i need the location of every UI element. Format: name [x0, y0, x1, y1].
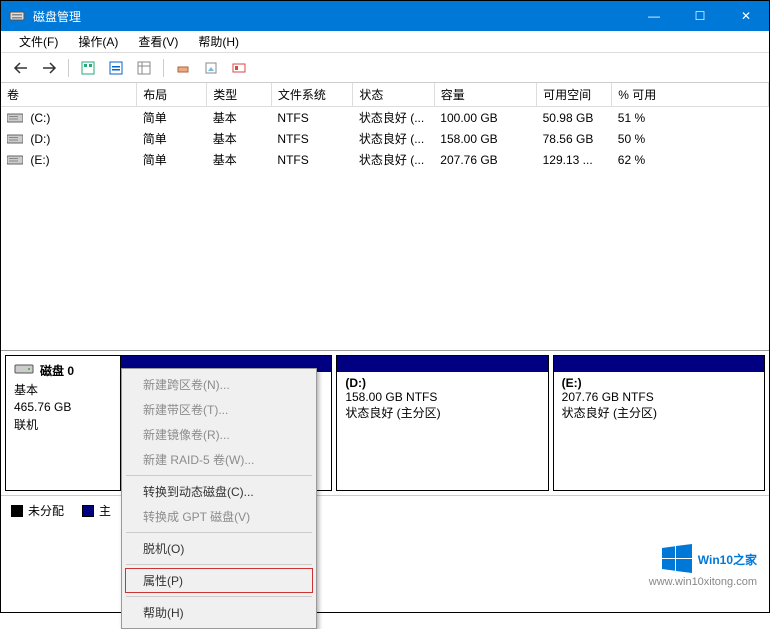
- watermark: Win10之家 www.win10xitong.com: [649, 544, 757, 588]
- column-header[interactable]: 容量: [434, 83, 536, 107]
- titlebar[interactable]: 磁盘管理 — ☐ ✕: [1, 1, 769, 31]
- toolbar-sep: [68, 59, 69, 77]
- column-header[interactable]: 卷: [1, 83, 137, 107]
- disk-size: 465.76 GB: [14, 400, 112, 414]
- app-icon: [9, 8, 25, 24]
- legend-swatch: [11, 505, 23, 517]
- menu-action[interactable]: 操作(A): [68, 30, 128, 53]
- partition-size: 207.76 GB NTFS: [562, 390, 756, 404]
- disk-status: 联机: [14, 416, 112, 433]
- column-header[interactable]: 类型: [207, 83, 272, 107]
- back-button[interactable]: [9, 57, 33, 79]
- table-row[interactable]: (C:)简单基本NTFS状态良好 (...100.00 GB50.98 GB51…: [1, 107, 769, 129]
- volume-table-pane[interactable]: 卷布局类型文件系统状态容量可用空间% 可用 (C:)简单基本NTFS状态良好 (…: [1, 83, 769, 351]
- menu-help[interactable]: 帮助(H): [188, 30, 249, 53]
- content: 卷布局类型文件系统状态容量可用空间% 可用 (C:)简单基本NTFS状态良好 (…: [1, 83, 769, 612]
- context-menu-item[interactable]: 属性(P): [125, 568, 313, 593]
- table-body: (C:)简单基本NTFS状态良好 (...100.00 GB50.98 GB51…: [1, 107, 769, 171]
- legend: 未分配 主: [1, 496, 769, 525]
- maximize-button[interactable]: ☐: [677, 1, 723, 31]
- menubar: 文件(F) 操作(A) 查看(V) 帮助(H): [1, 31, 769, 53]
- forward-button[interactable]: [37, 57, 61, 79]
- column-header[interactable]: 状态: [353, 83, 434, 107]
- column-header[interactable]: 布局: [137, 83, 207, 107]
- column-header[interactable]: % 可用: [612, 83, 769, 107]
- table-header-row: 卷布局类型文件系统状态容量可用空间% 可用: [1, 83, 769, 107]
- legend-label: 主: [99, 502, 111, 519]
- disk-icon: [14, 362, 34, 379]
- table-row[interactable]: (D:)简单基本NTFS状态良好 (...158.00 GB78.56 GB50…: [1, 128, 769, 149]
- disk-graph-pane: 磁盘 0 基本 465.76 GB 联机 , 活(D:)158.00 GB NT…: [1, 351, 769, 496]
- toolbar-btn-2[interactable]: [104, 57, 128, 79]
- disk-type: 基本: [14, 381, 112, 398]
- column-header[interactable]: 可用空间: [537, 83, 612, 107]
- volume-table: 卷布局类型文件系统状态容量可用空间% 可用 (C:)简单基本NTFS状态良好 (…: [1, 83, 769, 170]
- toolbar-sep: [163, 59, 164, 77]
- toolbar: [1, 53, 769, 83]
- toolbar-btn-3[interactable]: [132, 57, 156, 79]
- toolbar-btn-4[interactable]: [171, 57, 195, 79]
- legend-item: 主: [82, 502, 111, 519]
- partition[interactable]: (D:)158.00 GB NTFS状态良好 (主分区): [336, 355, 548, 491]
- menu-view[interactable]: 查看(V): [128, 30, 188, 53]
- partition-bar: [554, 356, 764, 372]
- toolbar-btn-5[interactable]: [199, 57, 223, 79]
- context-menu-item: 新建跨区卷(N)...: [125, 372, 313, 397]
- disk-label[interactable]: 磁盘 0 基本 465.76 GB 联机: [5, 355, 120, 491]
- disk-name: 磁盘 0: [40, 362, 74, 379]
- partition-label: (D:): [345, 376, 366, 390]
- windows-logo-icon: [662, 544, 692, 574]
- context-menu: 新建跨区卷(N)...新建带区卷(T)...新建镜像卷(R)...新建 RAID…: [121, 368, 317, 629]
- close-button[interactable]: ✕: [723, 1, 769, 31]
- legend-label: 未分配: [28, 502, 64, 519]
- menu-separator: [126, 532, 312, 533]
- watermark-text: Win10之家: [698, 551, 757, 568]
- partition-bar: [337, 356, 547, 372]
- partition-status: 状态良好 (主分区): [562, 404, 756, 421]
- partition-label: (E:): [562, 376, 582, 390]
- menu-file[interactable]: 文件(F): [9, 30, 68, 53]
- context-menu-item: 新建镜像卷(R)...: [125, 422, 313, 447]
- column-header[interactable]: 文件系统: [271, 83, 352, 107]
- menu-separator: [126, 564, 312, 565]
- menu-separator: [126, 475, 312, 476]
- context-menu-item[interactable]: 脱机(O): [125, 536, 313, 561]
- partition[interactable]: (E:)207.76 GB NTFS状态良好 (主分区): [553, 355, 765, 491]
- toolbar-btn-6[interactable]: [227, 57, 251, 79]
- minimize-button[interactable]: —: [631, 1, 677, 31]
- context-menu-item: 新建 RAID-5 卷(W)...: [125, 447, 313, 472]
- window-title: 磁盘管理: [33, 8, 631, 25]
- menu-separator: [126, 596, 312, 597]
- window-buttons: — ☐ ✕: [631, 1, 769, 31]
- watermark-url: www.win10xitong.com: [649, 576, 757, 588]
- context-menu-item: 新建带区卷(T)...: [125, 397, 313, 422]
- context-menu-item[interactable]: 转换到动态磁盘(C)...: [125, 479, 313, 504]
- context-menu-item: 转换成 GPT 磁盘(V): [125, 504, 313, 529]
- partition-status: 状态良好 (主分区): [345, 404, 539, 421]
- legend-swatch: [82, 505, 94, 517]
- table-row[interactable]: (E:)简单基本NTFS状态良好 (...207.76 GB129.13 ...…: [1, 149, 769, 170]
- legend-item: 未分配: [11, 502, 64, 519]
- partition-size: 158.00 GB NTFS: [345, 390, 539, 404]
- toolbar-btn-1[interactable]: [76, 57, 100, 79]
